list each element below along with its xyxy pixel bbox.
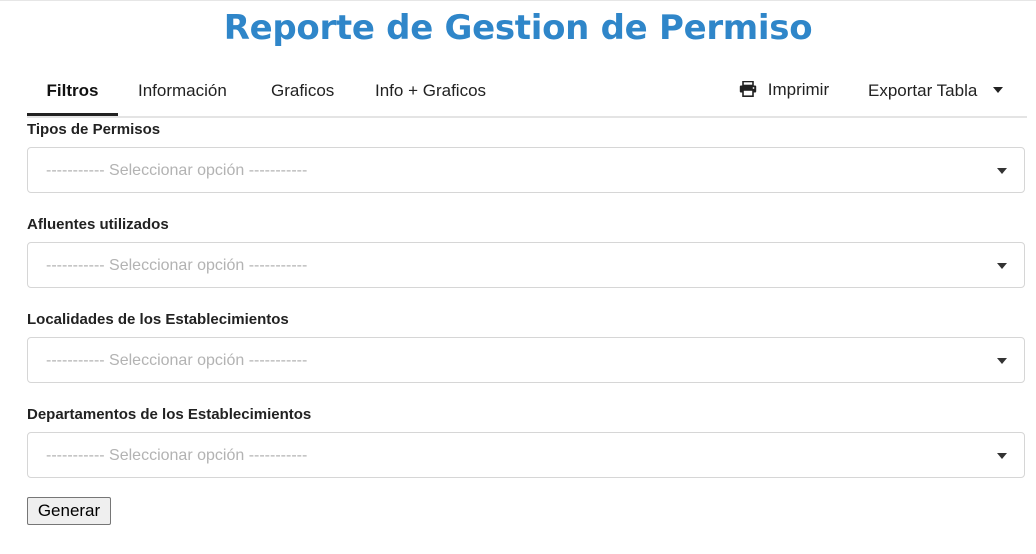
export-table-dropdown[interactable]: Exportar Tabla <box>868 70 1004 112</box>
chevron-down-icon <box>997 453 1007 459</box>
chevron-down-icon <box>997 168 1007 174</box>
select-placeholder: ----------- Seleccionar opción ---------… <box>46 352 308 369</box>
select-tipos-permisos[interactable]: ----------- Seleccionar opción ---------… <box>27 147 1025 193</box>
page-title: Reporte de Gestion de Permiso <box>223 8 813 48</box>
tab-graficos[interactable]: Graficos <box>271 70 334 114</box>
filter-label-departamentos: Departamentos de los Establecimientos <box>27 406 312 423</box>
filter-label-localidades: Localidades de los Establecimientos <box>27 311 289 328</box>
print-button[interactable]: Imprimir <box>739 70 829 112</box>
select-departamentos[interactable]: ----------- Seleccionar opción ---------… <box>27 432 1025 478</box>
filter-label-tipos-permisos: Tipos de Permisos <box>27 121 161 138</box>
tab-filtros[interactable]: Filtros <box>27 70 118 116</box>
chevron-down-icon <box>997 263 1007 269</box>
tab-informacion[interactable]: Información <box>138 70 227 114</box>
generar-button[interactable]: Generar <box>27 497 111 525</box>
select-placeholder: ----------- Seleccionar opción ---------… <box>46 162 308 179</box>
select-localidades[interactable]: ----------- Seleccionar opción ---------… <box>27 337 1025 383</box>
print-label: Imprimir <box>767 80 830 99</box>
filter-label-afluentes: Afluentes utilizados <box>27 216 169 233</box>
printer-icon <box>739 80 768 99</box>
tab-info-graficos[interactable]: Info + Graficos <box>375 70 486 114</box>
top-divider <box>0 0 1036 1</box>
caret-down-icon <box>993 86 1004 93</box>
chevron-down-icon <box>997 358 1007 364</box>
select-placeholder: ----------- Seleccionar opción ---------… <box>46 257 308 274</box>
select-afluentes[interactable]: ----------- Seleccionar opción ---------… <box>27 242 1025 288</box>
select-placeholder: ----------- Seleccionar opción ---------… <box>46 447 308 464</box>
export-label: Exportar Tabla <box>868 81 978 100</box>
tab-bar: Filtros Información Graficos Info + Graf… <box>27 70 1027 118</box>
